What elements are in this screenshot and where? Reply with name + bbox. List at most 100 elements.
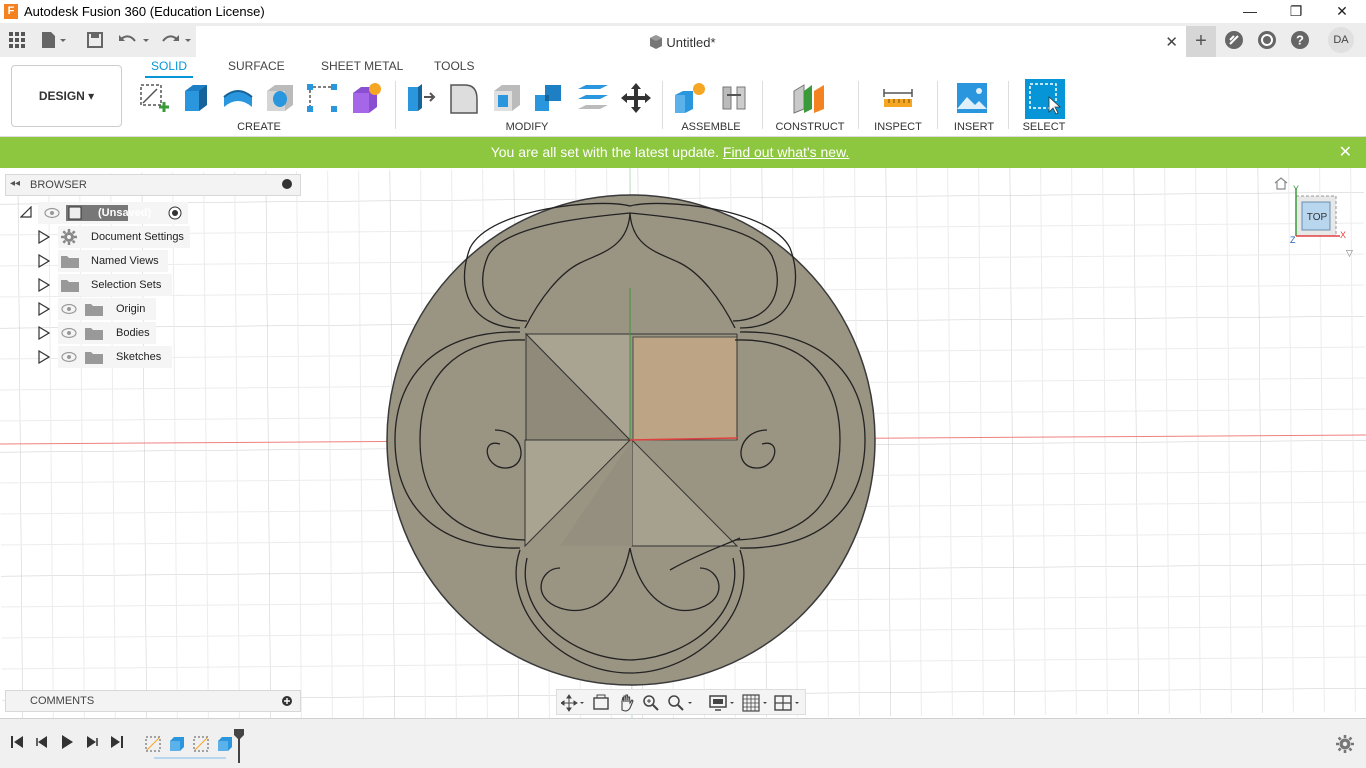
browser-item-named-views[interactable]: Named Views [58, 250, 168, 272]
move-icon[interactable] [619, 81, 653, 115]
create-form-icon[interactable] [349, 81, 383, 115]
comments-panel-header[interactable]: COMMENTS [5, 690, 301, 712]
browser-item-document-settings[interactable]: Document Settings [58, 226, 190, 248]
timeline-track [154, 757, 226, 759]
joint-icon[interactable] [717, 81, 751, 115]
close-notification-button[interactable]: ✕ [1339, 142, 1352, 162]
browser-item-selection-sets[interactable]: Selection Sets [58, 274, 172, 296]
expand-root-icon[interactable] [19, 205, 32, 220]
minimize-button[interactable]: — [1227, 0, 1273, 23]
coin-body[interactable] [386, 194, 876, 686]
visibility-eye-icon[interactable] [61, 351, 77, 366]
fillet-icon[interactable] [447, 81, 481, 115]
extrude-icon[interactable] [179, 81, 213, 115]
job-status-icon[interactable] [1256, 29, 1278, 51]
tab-tools[interactable]: TOOLS [434, 59, 474, 73]
fit-icon[interactable] [667, 694, 695, 715]
step-back-icon[interactable] [33, 735, 51, 753]
grid-settings-icon[interactable] [742, 694, 770, 715]
revolve-icon[interactable] [221, 81, 255, 115]
add-comment-icon[interactable] [282, 695, 292, 709]
combine-icon[interactable] [533, 81, 567, 115]
redo-icon[interactable] [158, 29, 194, 51]
expand-sketches-icon[interactable] [38, 349, 51, 365]
shell-icon[interactable] [490, 81, 524, 115]
new-tab-button[interactable]: + [1186, 26, 1216, 57]
ribbon-separator [858, 81, 859, 129]
browser-item-bodies[interactable]: Bodies [58, 322, 156, 344]
workspace-switcher-button[interactable]: DESIGN ▾ [11, 65, 122, 127]
browser-item-label: Selection Sets [91, 279, 162, 291]
design-viewport[interactable] [0, 168, 1366, 718]
file-menu-icon[interactable] [38, 29, 70, 51]
document-tab[interactable]: Untitled* ✕ [196, 26, 1186, 57]
document-title: Untitled* [666, 35, 716, 50]
folder-icon [85, 326, 103, 343]
browser-minimize-icon[interactable] [282, 179, 292, 189]
go-to-start-icon[interactable] [8, 735, 26, 753]
step-forward-icon[interactable] [83, 735, 101, 753]
tab-solid[interactable]: SOLID [144, 59, 194, 78]
orbit-icon[interactable] [560, 694, 585, 715]
viewcube-options-icon[interactable]: ▽ [1346, 248, 1353, 259]
browser-item-sketches[interactable]: Sketches [58, 346, 172, 368]
viewcube-face-label[interactable]: TOP [1305, 212, 1329, 223]
timeline-marker-icon[interactable] [234, 729, 244, 766]
grid-menu-icon[interactable] [6, 29, 28, 51]
collapse-browser-icon[interactable]: ◂◂ [10, 178, 20, 189]
window-title: Autodesk Fusion 360 (Education License) [24, 4, 265, 19]
save-icon[interactable] [84, 29, 106, 51]
title-bar: F Autodesk Fusion 360 (Education License… [0, 0, 1366, 23]
timeline-extrude-icon[interactable] [216, 735, 234, 756]
expand-bodies-icon[interactable] [38, 325, 51, 341]
look-at-icon[interactable] [592, 694, 610, 715]
timeline-sketch-icon[interactable] [144, 735, 162, 756]
tab-surface[interactable]: SURFACE [228, 59, 285, 73]
select-tool-icon[interactable] [1025, 79, 1065, 119]
activate-radio-icon[interactable] [168, 206, 182, 223]
close-window-button[interactable]: ✕ [1319, 0, 1365, 23]
create-sketch-icon[interactable] [137, 81, 171, 115]
go-to-end-icon[interactable] [108, 735, 126, 753]
insert-canvas-icon[interactable] [955, 81, 989, 115]
help-icon[interactable]: ? [1289, 29, 1311, 51]
home-view-icon[interactable] [1274, 176, 1288, 193]
new-component-icon[interactable] [673, 81, 707, 115]
close-tab-button[interactable]: ✕ [1165, 33, 1178, 51]
tab-sheet-metal[interactable]: SHEET METAL [321, 59, 403, 73]
measure-icon[interactable] [881, 81, 915, 115]
browser-item-origin[interactable]: Origin [58, 298, 156, 320]
timeline-sketch-icon[interactable] [192, 735, 210, 756]
visibility-eye-icon[interactable] [44, 207, 60, 222]
hole-icon[interactable] [263, 81, 297, 115]
viewcube[interactable]: TOP Y X Z ▽ [1274, 177, 1360, 260]
pan-hand-icon[interactable] [617, 694, 635, 715]
maximize-button[interactable]: ❐ [1273, 0, 1319, 23]
display-settings-icon[interactable] [709, 694, 737, 715]
viewports-icon[interactable] [774, 694, 802, 715]
expand-document-settings-icon[interactable] [38, 229, 51, 245]
visibility-eye-icon[interactable] [61, 327, 77, 342]
expand-selection-sets-icon[interactable] [38, 277, 51, 293]
whats-new-link[interactable]: Find out what's new. [723, 144, 849, 160]
press-pull-icon[interactable] [404, 81, 438, 115]
offset-plane-icon[interactable] [792, 81, 826, 115]
visibility-eye-icon[interactable] [61, 303, 77, 318]
zoom-icon[interactable] [642, 694, 660, 715]
expand-named-views-icon[interactable] [38, 253, 51, 269]
browser-item-label: Document Settings [91, 231, 184, 243]
timeline-settings-gear-icon[interactable] [1336, 735, 1354, 756]
user-avatar[interactable]: DA [1328, 27, 1354, 53]
extensions-icon[interactable] [1223, 29, 1245, 51]
align-icon[interactable] [576, 81, 610, 115]
update-notification-bar: You are all set with the latest update. … [0, 137, 1366, 168]
folder-icon [85, 302, 103, 319]
expand-origin-icon[interactable] [38, 301, 51, 317]
undo-icon[interactable] [116, 29, 152, 51]
browser-root-row[interactable]: (Unsaved) [38, 202, 188, 224]
browser-panel-header[interactable]: ◂◂ BROWSER [5, 174, 301, 196]
pattern-icon[interactable] [305, 81, 339, 115]
timeline-extrude-icon[interactable] [168, 735, 186, 756]
axis-z-label: Z [1290, 235, 1296, 245]
play-icon[interactable] [58, 735, 76, 753]
